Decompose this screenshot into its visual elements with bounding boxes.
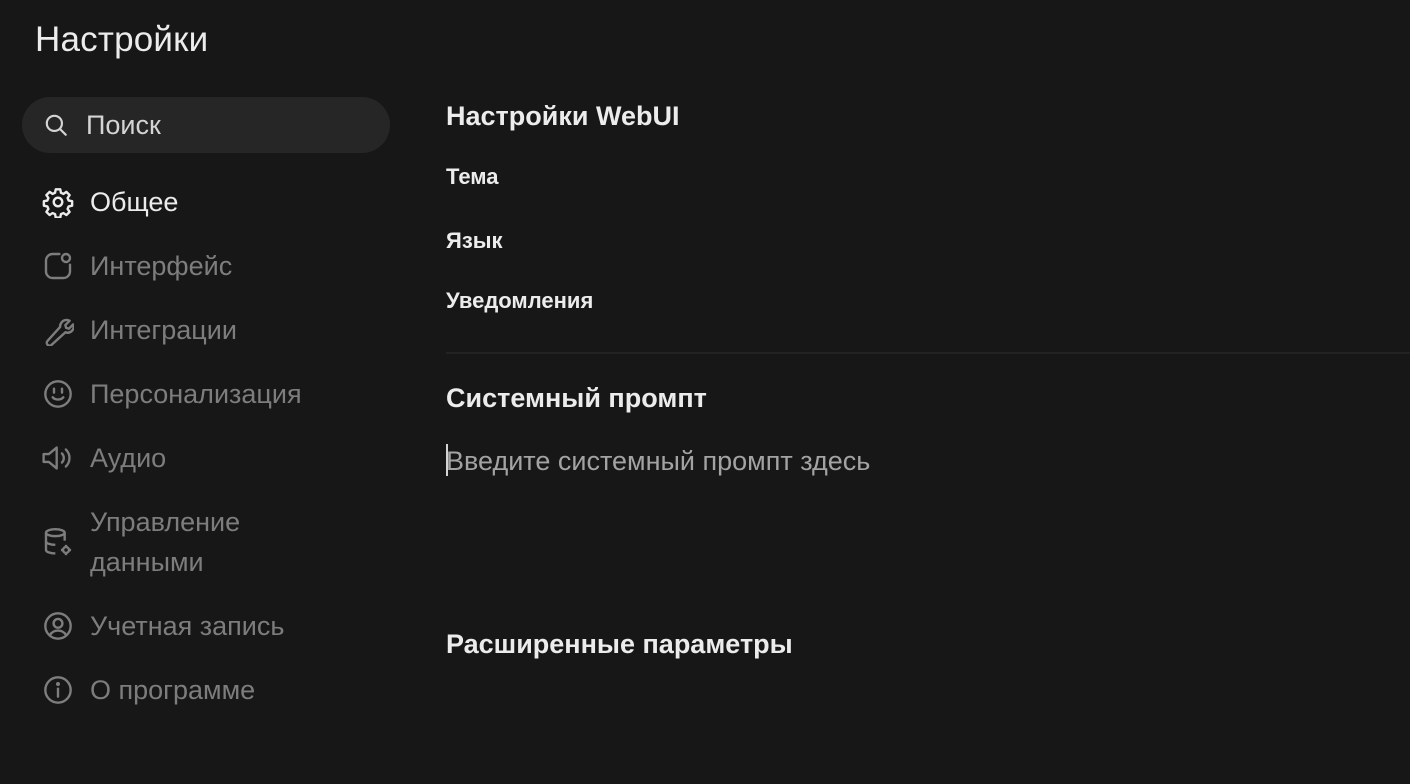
- sidebar-item-integrations[interactable]: Интеграции: [40, 312, 370, 350]
- theme-setting[interactable]: Тема: [446, 164, 499, 190]
- face-icon: [40, 376, 76, 412]
- search-icon: [42, 111, 70, 139]
- interface-icon: [40, 248, 76, 284]
- info-icon: [40, 672, 76, 708]
- sidebar-item-label: Интеграции: [90, 315, 237, 345]
- speaker-icon: [40, 440, 76, 476]
- sidebar-item-about[interactable]: О программе: [40, 672, 370, 710]
- sidebar-item-personalization[interactable]: Персонализация: [40, 376, 370, 414]
- database-gear-icon: [40, 524, 76, 560]
- sidebar-item-label: Управление данными: [90, 507, 241, 577]
- sidebar-item-label: О программе: [90, 675, 256, 705]
- settings-content: Настройки WebUI Тема Язык Уведомления Си…: [446, 0, 1410, 784]
- sidebar-item-audio[interactable]: Аудио: [40, 440, 370, 478]
- language-setting[interactable]: Язык: [446, 228, 503, 254]
- user-circle-icon: [40, 608, 76, 644]
- search-input[interactable]: [86, 109, 366, 141]
- system-prompt-title: Системный промпт: [446, 383, 707, 413]
- sidebar-item-label: Интерфейс: [90, 251, 233, 281]
- text-caret: [446, 444, 448, 476]
- webui-settings-title: Настройки WebUI: [446, 101, 680, 131]
- sidebar-item-label: Персонализация: [90, 379, 302, 409]
- section-divider: [446, 352, 1410, 354]
- modal-title: Настройки: [35, 20, 209, 59]
- gear-icon: [40, 184, 76, 220]
- sidebar-item-label: Аудио: [90, 443, 167, 473]
- notifications-setting[interactable]: Уведомления: [446, 288, 593, 314]
- sidebar-item-account[interactable]: Учетная запись: [40, 608, 370, 646]
- sidebar-item-label: Общее: [90, 187, 179, 217]
- sidebar-item-general[interactable]: Общее: [40, 184, 370, 222]
- wrench-icon: [40, 312, 76, 348]
- system-prompt-textarea[interactable]: [446, 438, 1386, 578]
- search-box[interactable]: [22, 97, 390, 153]
- advanced-params-toggle[interactable]: Расширенные параметры: [446, 629, 793, 660]
- sidebar-item-data[interactable]: Управление данными: [40, 504, 280, 582]
- sidebar-item-label: Учетная запись: [90, 611, 285, 641]
- sidebar-item-interface[interactable]: Интерфейс: [40, 248, 370, 286]
- settings-modal: Настройки Общее: [0, 0, 1410, 784]
